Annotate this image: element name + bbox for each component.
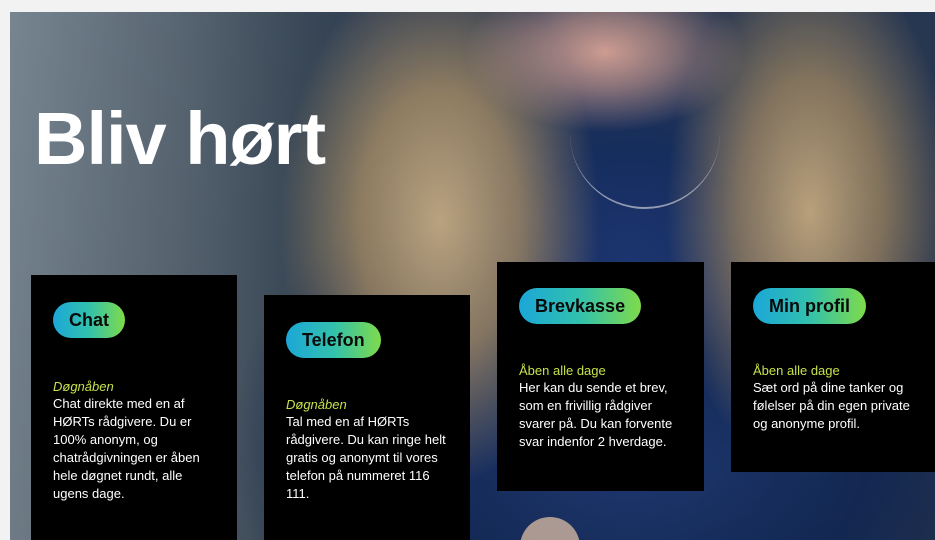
hero-photo-necklace [570, 107, 720, 209]
brevkasse-hours: Åben alle dage [519, 363, 606, 378]
telefon-description: Tal med en af HØRTs rådgivere. Du kan ri… [286, 414, 446, 501]
chat-description: Chat direkte med en af HØRTs rådgivere. … [53, 396, 200, 501]
telefon-button[interactable]: Telefon [286, 322, 381, 358]
service-card-brevkasse[interactable]: Brevkasse Åben alle dage Her kan du send… [497, 262, 704, 491]
service-card-chat[interactable]: Chat Døgnåben Chat direkte med en af HØR… [31, 275, 237, 540]
min-profil-hours: Åben alle dage [753, 363, 840, 378]
page-title: Bliv hørt [34, 97, 326, 180]
service-card-telefon[interactable]: Telefon Døgnåben Tal med en af HØRTs råd… [264, 295, 470, 540]
hero-photo-hand [520, 517, 580, 540]
chat-button[interactable]: Chat [53, 302, 125, 338]
brevkasse-button[interactable]: Brevkasse [519, 288, 642, 324]
min-profil-description: Sæt ord på dine tanker og følelser på di… [753, 380, 910, 431]
chat-hours: Døgnåben [53, 379, 114, 394]
service-card-min-profil[interactable]: Min profil Åben alle dage Sæt ord på din… [731, 262, 935, 472]
brevkasse-description: Her kan du sende et brev, som en frivill… [519, 380, 673, 449]
telefon-hours: Døgnåben [286, 397, 347, 412]
min-profil-button[interactable]: Min profil [753, 288, 866, 324]
